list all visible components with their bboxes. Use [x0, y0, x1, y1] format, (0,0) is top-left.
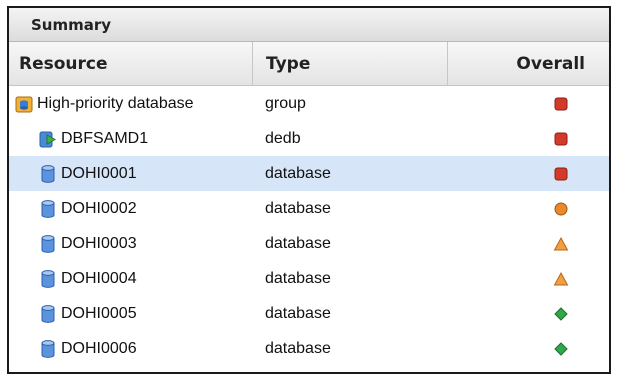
type-cell: database	[265, 339, 331, 357]
column-header-type[interactable]: Type	[252, 42, 447, 85]
caution-triangle-icon	[553, 271, 569, 287]
resource-cell: DOHI0003	[9, 234, 252, 254]
overall-cell	[447, 271, 609, 287]
resource-cell: DOHI0004	[9, 269, 252, 289]
resource-name: High-priority database	[37, 94, 194, 112]
resource-name: DOHI0003	[61, 234, 137, 252]
overall-cell	[447, 306, 609, 322]
resource-cell: DOHI0001	[9, 164, 252, 184]
overall-cell	[447, 96, 609, 112]
overall-cell	[447, 201, 609, 217]
resource-cell: High-priority database	[9, 94, 252, 114]
type-cell: database	[265, 304, 331, 322]
table-row[interactable]: DOHI0005 database	[9, 296, 609, 331]
panel-title: Summary	[9, 8, 609, 42]
critical-square-icon	[553, 131, 569, 147]
resource-name: DOHI0001	[61, 164, 137, 182]
resource-name: DOHI0006	[61, 339, 137, 357]
resource-cell: DOHI0005	[9, 304, 252, 324]
overall-cell	[447, 166, 609, 182]
database-icon	[39, 304, 57, 324]
normal-diamond-icon	[553, 306, 569, 322]
resource-name: DOHI0005	[61, 304, 137, 322]
table-row[interactable]: DOHI0004 database	[9, 261, 609, 296]
table-row[interactable]: DOHI0002 database	[9, 191, 609, 226]
warning-circle-icon	[553, 201, 569, 217]
table-row[interactable]: High-priority database group	[9, 86, 609, 121]
database-icon	[39, 339, 57, 359]
database-icon	[39, 164, 57, 184]
table-row[interactable]: DBFSAMD1 dedb	[9, 121, 609, 156]
database-icon	[39, 234, 57, 254]
resource-name: DOHI0002	[61, 199, 137, 217]
type-cell: database	[265, 234, 331, 252]
database-icon	[39, 199, 57, 219]
critical-square-icon	[553, 166, 569, 182]
table-row[interactable]: DOHI0003 database	[9, 226, 609, 261]
type-cell: database	[265, 269, 331, 287]
table-body: High-priority database group DBFSAMD1 dedb D…	[9, 86, 609, 366]
resource-name: DOHI0004	[61, 269, 137, 287]
resource-cell: DBFSAMD1	[9, 129, 252, 149]
type-cell: group	[265, 94, 306, 112]
table-row[interactable]: DOHI0001 database	[9, 156, 609, 191]
critical-square-icon	[553, 96, 569, 112]
summary-panel: Summary Resource Type Overall High-prior…	[7, 6, 611, 374]
normal-diamond-icon	[553, 341, 569, 357]
column-header-overall[interactable]: Overall	[447, 42, 609, 85]
caution-triangle-icon	[553, 236, 569, 252]
overall-cell	[447, 341, 609, 357]
resource-cell: DOHI0002	[9, 199, 252, 219]
table-header: Resource Type Overall	[9, 42, 609, 86]
database-icon	[39, 269, 57, 289]
group-database-icon	[15, 94, 33, 114]
table-row[interactable]: DOHI0006 database	[9, 331, 609, 366]
dedb-icon	[39, 129, 57, 149]
overall-cell	[447, 131, 609, 147]
type-cell: dedb	[265, 129, 301, 147]
overall-cell	[447, 236, 609, 252]
resource-cell: DOHI0006	[9, 339, 252, 359]
resource-name: DBFSAMD1	[61, 129, 149, 147]
type-cell: database	[265, 164, 331, 182]
type-cell: database	[265, 199, 331, 217]
column-header-resource[interactable]: Resource	[9, 42, 252, 85]
